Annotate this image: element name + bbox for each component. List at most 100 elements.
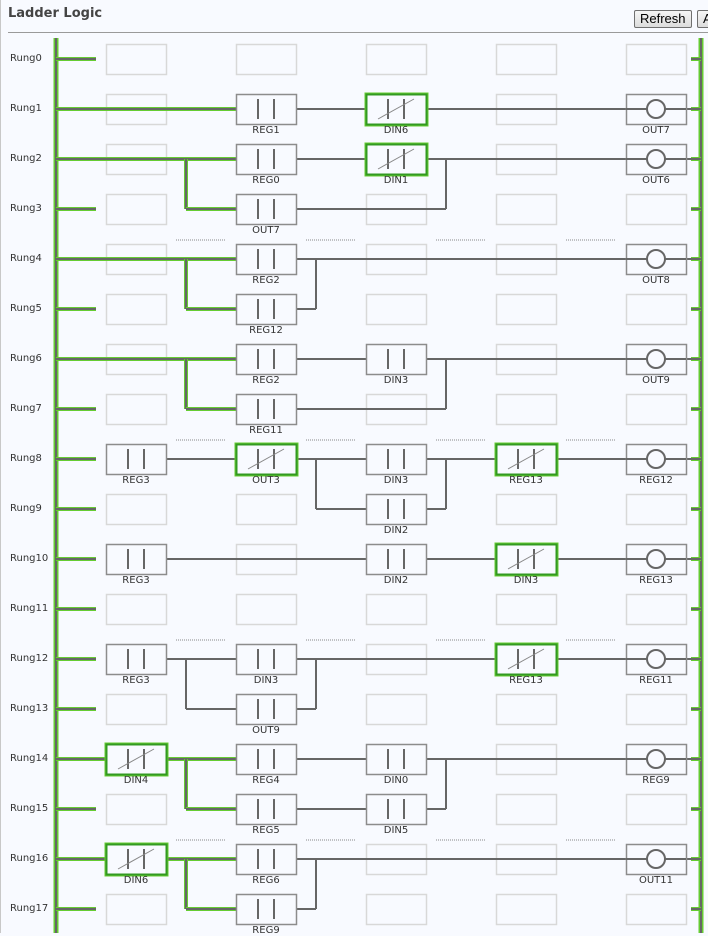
no-contact-reg3[interactable] [106,644,166,674]
empty-cell [365,593,428,626]
element-tag-label: OUT8 [642,275,670,286]
element-tag-label: REG4 [252,775,280,786]
element-tag-label: OUT9 [642,375,670,386]
no-contact-reg3[interactable] [106,444,166,474]
element-tag-label: REG12 [639,475,673,486]
empty-cell [625,193,688,226]
no-contact-din3[interactable] [236,644,296,674]
empty-cell [365,693,428,726]
rung-label: Rung3 [10,203,42,214]
element-tag-label: DIN5 [383,825,409,836]
coil-reg13[interactable] [626,544,686,574]
no-contact-reg0[interactable] [236,144,296,174]
nc-contact-reg13[interactable] [496,644,556,674]
nc-contact-out3[interactable] [236,444,296,474]
element-tag-label: OUT7 [642,125,670,136]
nc-contact-din3[interactable] [496,544,556,574]
no-contact-din3[interactable] [366,344,426,374]
rung-label: Rung8 [10,453,42,464]
no-contact-din2[interactable] [366,544,426,574]
empty-cell [495,593,558,626]
rung-label: Rung15 [10,803,49,814]
rung-label: Rung17 [10,903,49,914]
rung-label: Rung11 [10,603,49,614]
no-contact-reg12[interactable] [236,294,296,324]
rung-label: Rung7 [10,403,42,414]
nc-contact-din1[interactable] [366,144,426,174]
no-contact-reg3[interactable] [106,544,166,574]
coil-out6[interactable] [626,144,686,174]
coil-out8[interactable] [626,244,686,274]
element-tag-label: DIN3 [383,375,409,386]
element-tag-label: REG3 [122,675,150,686]
empty-cell [495,393,558,426]
no-contact-din0[interactable] [366,744,426,774]
element-tag-label: DIN0 [383,775,409,786]
no-contact-reg2[interactable] [236,344,296,374]
no-contact-reg5[interactable] [236,794,296,824]
coil-reg9[interactable] [626,744,686,774]
empty-cell [365,43,428,76]
element-tag-label: DIN2 [383,575,409,586]
no-contact-din2[interactable] [366,494,426,524]
empty-cell [625,593,688,626]
empty-cell [495,893,558,926]
element-tag-label: REG6 [252,875,280,886]
coil-reg11[interactable] [626,644,686,674]
nc-contact-din4[interactable] [106,744,166,774]
element-tag-label: REG11 [639,675,673,686]
empty-cell [625,293,688,326]
rung-label: Rung13 [10,703,49,714]
element-tag-label: REG13 [639,575,673,586]
empty-cell [105,693,168,726]
rung-label: Rung0 [10,53,42,64]
nc-contact-din6[interactable] [366,94,426,124]
no-contact-out7[interactable] [236,194,296,224]
element-tag-label: REG9 [252,925,280,936]
element-tag-label: REG0 [252,175,280,186]
element-tag-label: REG5 [252,825,280,836]
coil-out7[interactable] [626,94,686,124]
empty-cell [105,393,168,426]
element-tag-label: DIN2 [383,525,409,536]
rung-label: Rung10 [10,553,49,564]
element-tag-label: OUT7 [252,225,280,236]
element-tag-label: REG9 [642,775,670,786]
empty-cell [495,793,558,826]
element-tag-label: REG1 [252,125,280,136]
empty-cell [495,693,558,726]
element-tag-label: OUT9 [252,725,280,736]
empty-cell [105,43,168,76]
no-contact-din5[interactable] [366,794,426,824]
rung-label: Rung2 [10,153,42,164]
empty-cell [105,493,168,526]
empty-cell [495,493,558,526]
element-tag-label: DIN1 [383,175,409,186]
coil-reg12[interactable] [626,444,686,474]
coil-out9[interactable] [626,344,686,374]
no-contact-reg6[interactable] [236,844,296,874]
no-contact-reg11[interactable] [236,394,296,424]
no-contact-reg1[interactable] [236,94,296,124]
rung-label: Rung1 [10,103,42,114]
empty-cell [495,193,558,226]
nc-contact-din6[interactable] [106,844,166,874]
no-contact-reg4[interactable] [236,744,296,774]
element-tag-label: DIN4 [123,775,149,786]
nc-contact-reg13[interactable] [496,444,556,474]
element-tag-label: REG13 [509,675,543,686]
empty-cell [495,43,558,76]
rung-label: Rung5 [10,303,42,314]
coil-out11[interactable] [626,844,686,874]
empty-cell [105,893,168,926]
no-contact-out9[interactable] [236,694,296,724]
no-contact-din3[interactable] [366,444,426,474]
element-tag-label: OUT6 [642,175,670,186]
no-contact-reg9[interactable] [236,894,296,924]
rung-label: Rung14 [10,753,49,764]
element-tag-label: REG2 [252,275,280,286]
no-contact-reg2[interactable] [236,244,296,274]
empty-cell [365,893,428,926]
element-tag-label: REG3 [122,475,150,486]
element-tag-label: REG3 [122,575,150,586]
